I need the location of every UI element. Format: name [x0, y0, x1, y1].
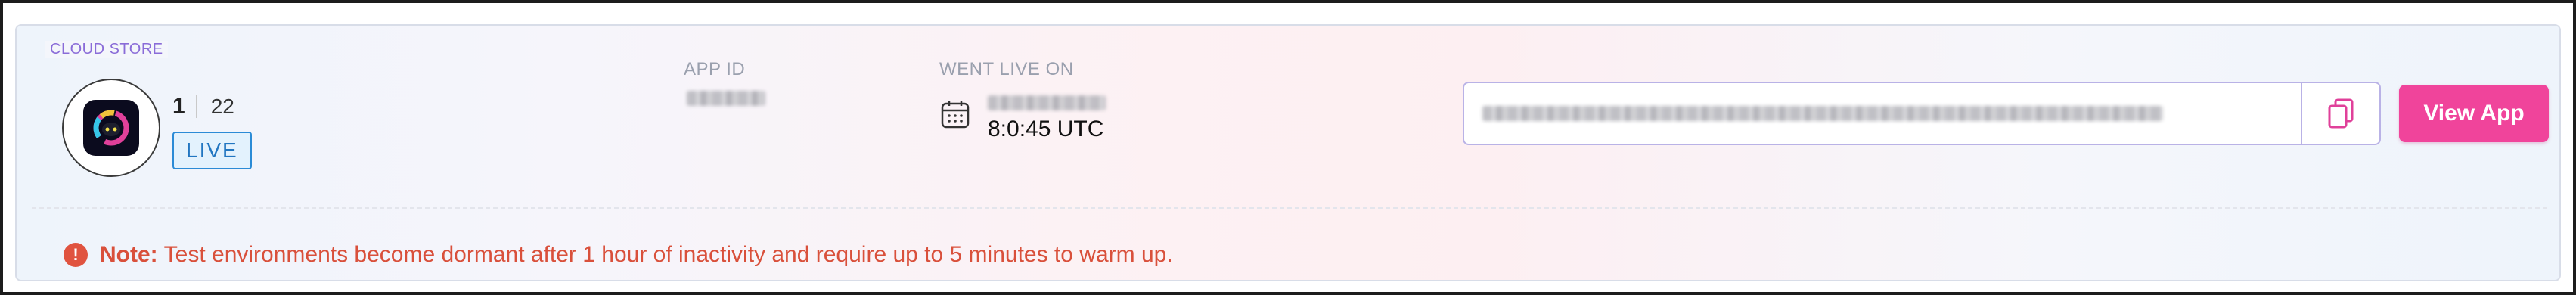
- app-id-value-redacted: [687, 91, 765, 106]
- section-label: CLOUD STORE: [45, 41, 168, 58]
- section-divider: [32, 207, 2547, 209]
- note-text: Test environments become dormant after 1…: [163, 242, 1173, 267]
- build-number: 22: [210, 95, 234, 118]
- view-app-button[interactable]: View App: [2399, 85, 2549, 142]
- went-live-label: WENT LIVE ON: [939, 59, 1074, 79]
- version-number: 1: [172, 94, 185, 119]
- app-url-field[interactable]: [1463, 82, 2381, 145]
- calendar-icon: [939, 98, 971, 134]
- version-separator: [195, 95, 197, 118]
- note-banner: ! Note: Test environments become dormant…: [64, 242, 1173, 268]
- alert-icon: !: [64, 243, 88, 267]
- status-badge: LIVE: [172, 132, 252, 169]
- app-avatar: [62, 79, 160, 177]
- version-info: 1 22: [172, 94, 234, 120]
- copy-url-button[interactable]: [2301, 83, 2379, 144]
- note-label: Note:: [100, 242, 158, 267]
- cloud-store-card: CLOUD STORE 1 22 LIVE APP ID WENT LIVE O…: [15, 24, 2561, 281]
- went-live-date-redacted: [988, 95, 1106, 110]
- app-url-redacted: [1482, 106, 2163, 121]
- copy-icon: [2328, 98, 2354, 129]
- app-logo-icon: [83, 100, 139, 156]
- app-id-label: APP ID: [684, 59, 746, 79]
- went-live-time: 8:0:45 UTC: [988, 116, 1104, 141]
